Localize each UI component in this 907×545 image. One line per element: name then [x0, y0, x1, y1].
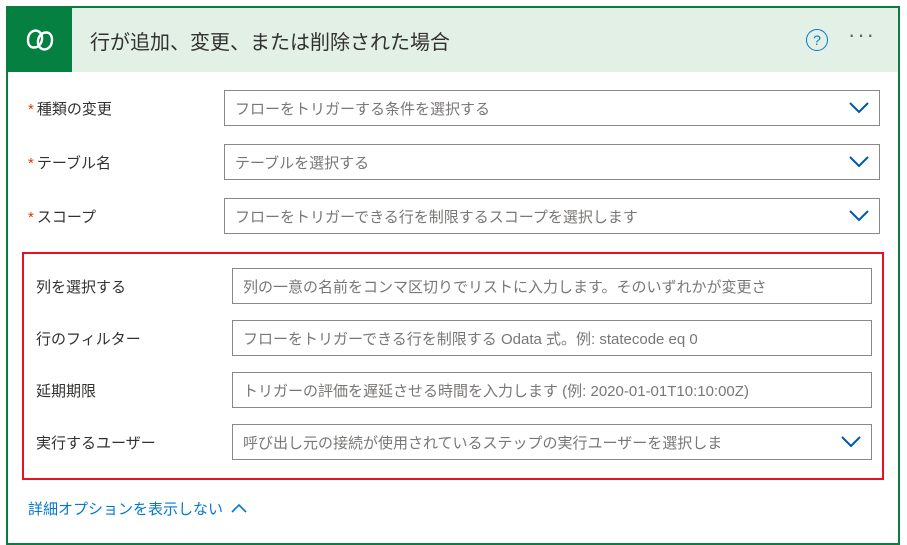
label-change-type: *種類の変更: [26, 98, 224, 119]
placeholder-filter-rows: フローをトリガーできる行を制限する Odata 式。例: statecode e…: [243, 328, 861, 349]
input-delay-until[interactable]: トリガーの評価を遅延させる時間を入力します (例: 2020-01-01T10:…: [232, 372, 872, 408]
card-title: 行が追加、変更、または削除された場合: [72, 26, 806, 55]
toggle-advanced-options[interactable]: 詳細オプションを表示しない: [20, 498, 886, 529]
toggle-label: 詳細オプションを表示しない: [28, 498, 223, 519]
row-run-as: 実行するユーザー 呼び出し元の接続が使用されているステップの実行ユーザーを選択し…: [28, 424, 878, 460]
row-scope: *スコープ フローをトリガーできる行を制限するスコープを選択します: [20, 198, 886, 234]
select-run-as[interactable]: 呼び出し元の接続が使用されているステップの実行ユーザーを選択しま: [232, 424, 872, 460]
row-table-name: *テーブル名 テーブルを選択する: [20, 144, 886, 180]
card-header: 行が追加、変更、または削除された場合 ? ···: [8, 8, 898, 72]
advanced-highlight-box: 列を選択する 列の一意の名前をコンマ区切りでリストに入力します。そのいずれかが変…: [22, 252, 884, 480]
placeholder-scope: フローをトリガーできる行を制限するスコープを選択します: [235, 206, 843, 227]
trigger-card: 行が追加、変更、または削除された場合 ? ··· *種類の変更 フローをトリガー…: [6, 6, 900, 545]
placeholder-delay-until: トリガーの評価を遅延させる時間を入力します (例: 2020-01-01T10:…: [243, 380, 861, 401]
dataverse-icon: [22, 22, 58, 58]
row-filter-rows: 行のフィルター フローをトリガーできる行を制限する Odata 式。例: sta…: [28, 320, 878, 356]
label-delay-until: 延期期限: [34, 380, 232, 401]
input-select-columns[interactable]: 列の一意の名前をコンマ区切りでリストに入力します。そのいずれかが変更さ: [232, 268, 872, 304]
label-run-as: 実行するユーザー: [34, 432, 232, 453]
placeholder-table-name: テーブルを選択する: [235, 152, 843, 173]
placeholder-run-as: 呼び出し元の接続が使用されているステップの実行ユーザーを選択しま: [243, 432, 835, 453]
label-table-name: *テーブル名: [26, 152, 224, 173]
help-icon[interactable]: ?: [806, 29, 828, 51]
row-change-type: *種類の変更 フローをトリガーする条件を選択する: [20, 90, 886, 126]
label-scope: *スコープ: [26, 206, 224, 227]
required-asterisk: *: [28, 155, 34, 172]
placeholder-select-columns: 列の一意の名前をコンマ区切りでリストに入力します。そのいずれかが変更さ: [243, 276, 861, 297]
chevron-down-icon: [841, 435, 861, 449]
row-select-columns: 列を選択する 列の一意の名前をコンマ区切りでリストに入力します。そのいずれかが変…: [28, 268, 878, 304]
chevron-down-icon: [849, 101, 869, 115]
required-asterisk: *: [28, 209, 34, 226]
label-filter-rows: 行のフィルター: [34, 328, 232, 349]
placeholder-change-type: フローをトリガーする条件を選択する: [235, 98, 843, 119]
chevron-up-icon: [231, 503, 247, 515]
input-filter-rows[interactable]: フローをトリガーできる行を制限する Odata 式。例: statecode e…: [232, 320, 872, 356]
label-select-columns: 列を選択する: [34, 276, 232, 297]
required-asterisk: *: [28, 101, 34, 118]
more-options-icon[interactable]: ···: [848, 31, 876, 49]
select-change-type[interactable]: フローをトリガーする条件を選択する: [224, 90, 880, 126]
header-actions: ? ···: [806, 29, 898, 51]
chevron-down-icon: [849, 155, 869, 169]
select-table-name[interactable]: テーブルを選択する: [224, 144, 880, 180]
select-scope[interactable]: フローをトリガーできる行を制限するスコープを選択します: [224, 198, 880, 234]
chevron-down-icon: [849, 209, 869, 223]
row-delay-until: 延期期限 トリガーの評価を遅延させる時間を入力します (例: 2020-01-0…: [28, 372, 878, 408]
dataverse-icon-box: [8, 8, 72, 72]
form-body: *種類の変更 フローをトリガーする条件を選択する *テーブル名 テーブルを選択す…: [8, 72, 898, 543]
